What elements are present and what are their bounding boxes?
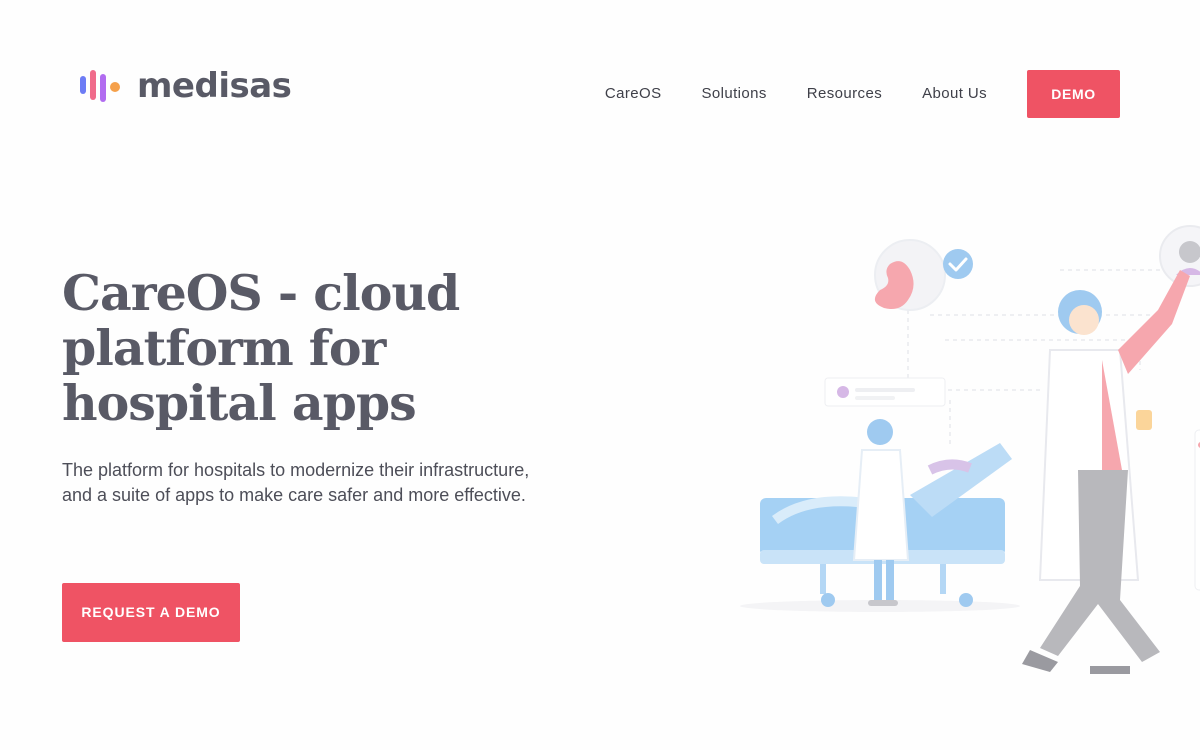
checkmark-badge-icon [943,249,973,279]
side-panel [1194,429,1200,591]
logo-text: medisas [137,66,292,106]
request-demo-button[interactable]: REQUEST A DEMO [62,583,240,642]
main-nav: CareOS Solutions Resources About Us DEMO [605,70,1120,118]
patient-avatar-bubble-icon [874,239,946,311]
nav-solutions[interactable]: Solutions [701,70,766,118]
hero-illustration [740,225,1200,674]
nav-about-us[interactable]: About Us [922,70,987,118]
demo-button[interactable]: DEMO [1027,70,1120,118]
nurse-figure [852,419,910,606]
logo-link[interactable]: medisas [79,66,292,106]
nav-resources[interactable]: Resources [807,70,882,118]
info-card [824,377,946,407]
medisas-logo-icon [80,70,120,102]
hero-subtitle: The platform for hospitals to modernize … [62,460,530,505]
landing-page: medisas CareOS Solutions Resources About… [0,0,1200,750]
hero-title: CareOS - cloud platform for hospital app… [62,264,460,432]
doctor-figure [1022,270,1190,674]
nav-careos[interactable]: CareOS [605,70,662,118]
